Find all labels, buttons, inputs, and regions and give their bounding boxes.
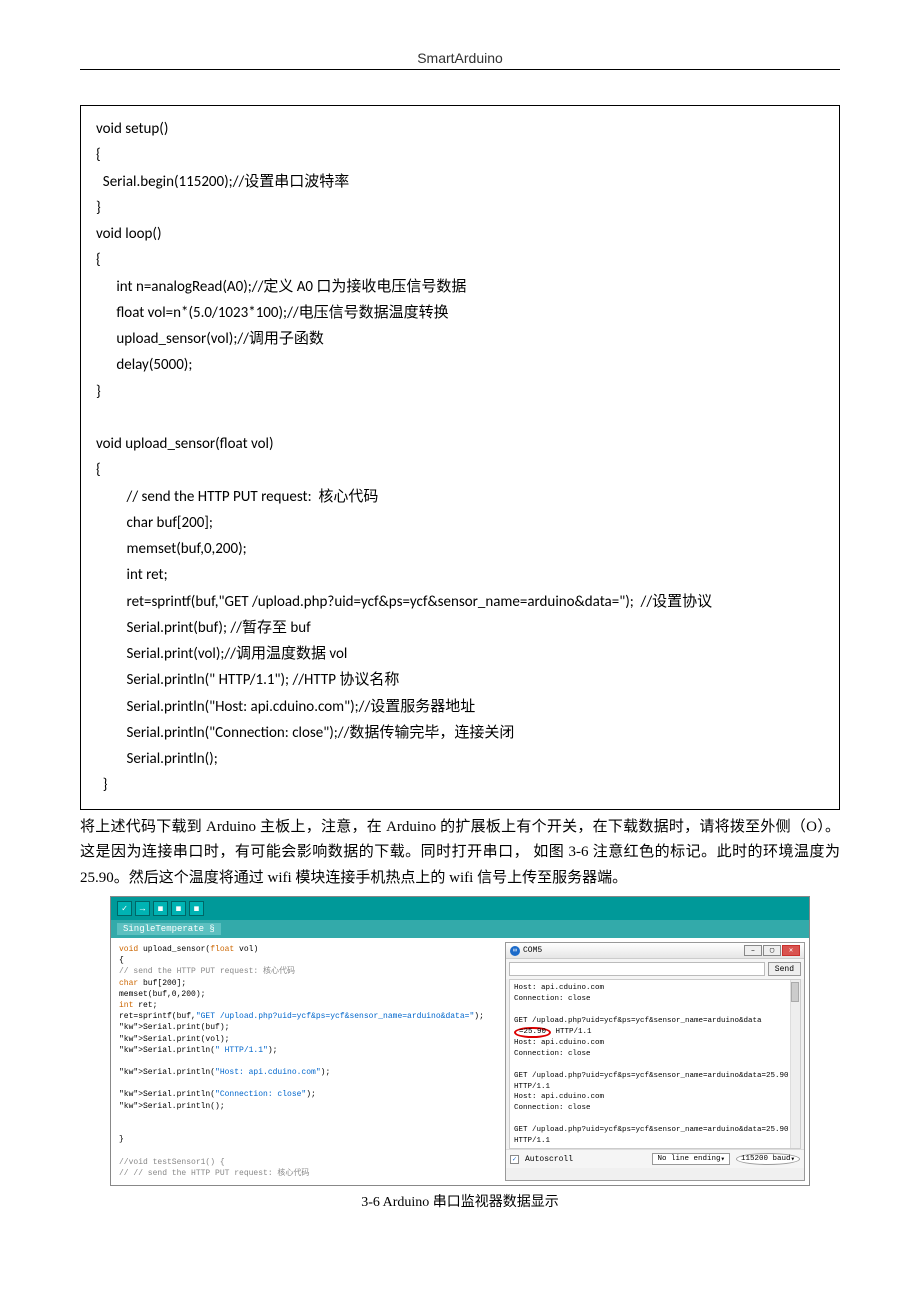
highlighted-temperature: =25.90 [514,1027,551,1039]
serial-output-line: Connection: close [514,994,796,1005]
close-icon[interactable]: ✕ [782,945,800,956]
serial-window-title: COM5 [523,946,542,955]
serial-output-line: Connection: close [514,1103,796,1114]
code-line: memset(buf,0,200); [119,989,493,1000]
code-line: "kw">Serial.print(buf); [119,1022,493,1033]
code-line: "kw">Serial.println("Host: api.cduino.co… [119,1067,493,1078]
page-header-title: SmartArduino [80,50,840,66]
serial-output-line: Host: api.cduino.com [514,1147,796,1149]
code-line: void upload_sensor(float vol) [119,944,493,955]
arduino-ide-screenshot: ✓ → ◼ ◼ ◼ SingleTemperate § void upload_… [110,896,810,1186]
ide-toolbar: ✓ → ◼ ◼ ◼ [111,897,809,920]
open-icon[interactable]: ◼ [171,901,186,916]
code-line: "kw">Serial.println(" HTTP/1.1"); [119,1045,493,1056]
ide-tabbar: SingleTemperate § [111,920,809,938]
maximize-icon[interactable]: ▢ [763,945,781,956]
serial-monitor-window: ∞ COM5 – ▢ ✕ Send Host: api.cduino.comCo… [505,942,805,1181]
explanation-paragraph: 将上述代码下载到 Arduino 主板上，注意，在 Arduino 的扩展板上有… [80,815,840,892]
code-line [119,1123,493,1134]
code-line: "kw">Serial.print(vol); [119,1034,493,1045]
ide-tab[interactable]: SingleTemperate § [117,923,221,935]
code-line [119,1145,493,1156]
ide-code-editor[interactable]: void upload_sensor(float vol){ // send t… [111,938,501,1185]
code-line: int ret; [119,1000,493,1011]
serial-input-row: Send [506,959,804,979]
send-button[interactable]: Send [768,962,801,976]
autoscroll-label: Autoscroll [525,1155,573,1164]
code-line: // // send the HTTP PUT request: 核心代码 [119,1168,493,1179]
serial-output-line [514,1005,796,1016]
main-code-block: void setup() { Serial.begin(115200);//设置… [80,105,840,810]
code-line: { [119,955,493,966]
code-line: char buf[200]; [119,978,493,989]
scrollbar-track[interactable] [790,980,800,1148]
code-line: // send the HTTP PUT request: 核心代码 [119,966,493,977]
serial-output-line: Connection: close [514,1049,796,1060]
code-line [119,1056,493,1067]
code-line: ret=sprintf(buf,"GET /upload.php?uid=ycf… [119,1011,493,1022]
code-line: "kw">Serial.println("Connection: close")… [119,1089,493,1100]
verify-icon[interactable]: ✓ [117,901,132,916]
serial-output-line [514,1060,796,1071]
line-ending-select[interactable]: No line ending ▾ [652,1153,730,1165]
serial-output-line: GET /upload.php?uid=ycf&ps=ycf&sensor_na… [514,1071,796,1093]
upload-icon[interactable]: → [135,901,150,916]
serial-output-line [514,1114,796,1125]
serial-output-line: Host: api.cduino.com [514,1092,796,1103]
figure-caption: 3-6 Arduino 串口监视器数据显示 [80,1191,840,1211]
scrollbar-thumb[interactable] [791,982,799,1002]
baud-rate-select[interactable]: 115200 baud ▾ [736,1153,800,1165]
code-line: //void testSensor1() { [119,1157,493,1168]
code-line: } [119,1134,493,1145]
serial-output-line: GET /upload.php?uid=ycf&ps=ycf&sensor_na… [514,1016,796,1038]
serial-output-line: Host: api.cduino.com [514,983,796,994]
code-line [119,1112,493,1123]
serial-bottom-bar: ✓ Autoscroll No line ending ▾ 115200 bau… [506,1149,804,1168]
new-icon[interactable]: ◼ [153,901,168,916]
serial-output-area[interactable]: Host: api.cduino.comConnection: close GE… [509,979,801,1149]
minimize-icon[interactable]: – [744,945,762,956]
code-line [119,1078,493,1089]
autoscroll-checkbox[interactable]: ✓ [510,1155,519,1164]
serial-output-line: Host: api.cduino.com [514,1038,796,1049]
serial-input-field[interactable] [509,962,765,976]
serial-window-icon: ∞ [510,946,520,956]
code-line: "kw">Serial.println(); [119,1101,493,1112]
serial-output-line: GET /upload.php?uid=ycf&ps=ycf&sensor_na… [514,1125,796,1147]
serial-titlebar: ∞ COM5 – ▢ ✕ [506,943,804,959]
save-icon[interactable]: ◼ [189,901,204,916]
header-rule [80,69,840,70]
